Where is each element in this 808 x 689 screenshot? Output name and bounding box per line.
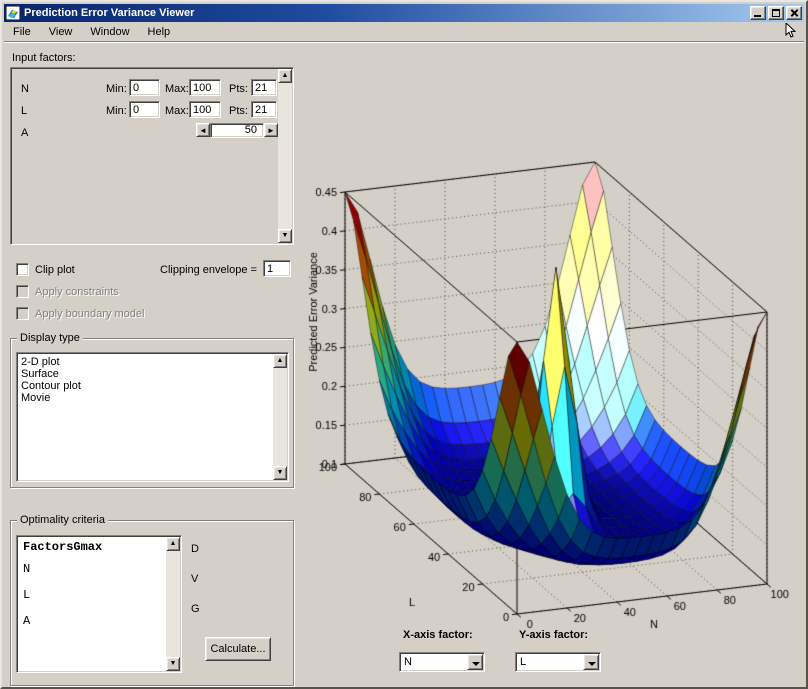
display-type-item-2d[interactable]: 2-D plot bbox=[21, 356, 288, 368]
optimality-scrollbar[interactable]: ▲ ▼ bbox=[166, 537, 180, 671]
display-type-item-movie[interactable]: Movie bbox=[21, 392, 288, 404]
min-label: Min: bbox=[106, 83, 127, 95]
pev-surface-plot bbox=[302, 47, 808, 637]
scroll-up-icon[interactable]: ▲ bbox=[278, 69, 292, 83]
input-factors-panel: N Min: Max: Pts: L Min: Max: Pts: A ◄ 50… bbox=[10, 67, 294, 245]
pts-label: Pts: bbox=[229, 83, 248, 95]
window-title: Prediction Error Variance Viewer bbox=[24, 7, 194, 19]
max-label: Max: bbox=[165, 105, 189, 117]
optimality-listbox: FactorsGmax N L A ▲ ▼ bbox=[16, 535, 182, 673]
clip-plot-checkbox[interactable] bbox=[16, 263, 29, 276]
window-icon bbox=[6, 6, 20, 20]
display-type-legend: Display type bbox=[17, 332, 83, 344]
clipping-envelope-input[interactable] bbox=[263, 260, 291, 277]
optimality-table-header: FactorsGmax bbox=[23, 540, 181, 554]
menu-file[interactable]: File bbox=[4, 23, 40, 41]
y-axis-factor-label: Y-axis factor: bbox=[519, 629, 588, 641]
slider-right-arrow[interactable]: ► bbox=[264, 123, 278, 137]
display-type-listbox: 2-D plot Surface Contour plot Movie ▲ ▼ bbox=[16, 352, 289, 482]
close-button[interactable] bbox=[786, 6, 802, 20]
factor-l-pts-input[interactable] bbox=[251, 101, 277, 118]
pts-label: Pts: bbox=[229, 105, 248, 117]
max-label: Max: bbox=[165, 83, 189, 95]
display-type-item-surface[interactable]: Surface bbox=[21, 368, 288, 380]
factor-n-max-input[interactable] bbox=[189, 79, 221, 96]
factor-l-min-input[interactable] bbox=[129, 101, 160, 118]
apply-constraints-label: Apply constraints bbox=[35, 286, 119, 298]
scroll-down-icon[interactable]: ▼ bbox=[166, 657, 180, 671]
display-type-scrollbar[interactable]: ▲ ▼ bbox=[273, 354, 287, 480]
criterion-v-label: V bbox=[191, 573, 198, 585]
mouse-cursor bbox=[785, 23, 798, 39]
factor-name-label: L bbox=[21, 105, 27, 117]
scroll-down-icon[interactable]: ▼ bbox=[273, 466, 287, 480]
optimality-factor-l[interactable]: L bbox=[23, 582, 181, 608]
x-axis-factor-combo[interactable]: N bbox=[399, 652, 485, 672]
factor-n-pts-input[interactable] bbox=[251, 79, 277, 96]
x-axis-factor-label: X-axis factor: bbox=[403, 629, 473, 641]
input-factors-scrollbar[interactable]: ▲ ▼ bbox=[278, 69, 292, 243]
minimize-icon bbox=[754, 15, 761, 17]
x-axis-factor-value: N bbox=[404, 656, 412, 668]
window: { "window": { "title": "Prediction Error… bbox=[0, 0, 808, 689]
input-factors-label: Input factors: bbox=[12, 52, 76, 64]
chevron-down-icon bbox=[472, 662, 480, 666]
factor-l-max-input[interactable] bbox=[189, 101, 221, 118]
maximize-button[interactable] bbox=[768, 6, 784, 20]
factor-name-label: A bbox=[21, 127, 28, 139]
display-type-item-contour[interactable]: Contour plot bbox=[21, 380, 288, 392]
maximize-icon bbox=[772, 9, 780, 17]
scroll-up-icon[interactable]: ▲ bbox=[273, 354, 287, 368]
optimality-factor-n[interactable]: N bbox=[23, 556, 181, 582]
apply-constraints-checkbox bbox=[16, 285, 29, 298]
y-axis-factor-value: L bbox=[520, 656, 526, 668]
factor-a-slider-value[interactable]: 50 bbox=[210, 123, 264, 138]
display-type-group: Display type 2-D plot Surface Contour pl… bbox=[10, 338, 294, 488]
menu-window[interactable]: Window bbox=[81, 23, 138, 41]
apply-boundary-label: Apply boundary model bbox=[35, 308, 144, 320]
apply-boundary-checkbox bbox=[16, 307, 29, 320]
title-bar[interactable]: Prediction Error Variance Viewer bbox=[4, 4, 804, 22]
criterion-g-label: G bbox=[191, 603, 200, 615]
menu-help[interactable]: Help bbox=[139, 23, 180, 41]
y-axis-factor-combo[interactable]: L bbox=[515, 652, 601, 672]
combo-button[interactable] bbox=[583, 654, 599, 670]
factor-n-min-input[interactable] bbox=[129, 79, 160, 96]
clip-plot-label: Clip plot bbox=[35, 264, 75, 276]
optimality-factor-a[interactable]: A bbox=[23, 608, 181, 634]
optimality-criteria-group: Optimality criteria FactorsGmax N L A ▲ … bbox=[10, 520, 294, 686]
calculate-button[interactable]: Calculate... bbox=[205, 637, 271, 661]
combo-button[interactable] bbox=[467, 654, 483, 670]
slider-left-arrow[interactable]: ◄ bbox=[196, 123, 210, 137]
menu-view[interactable]: View bbox=[40, 23, 82, 41]
min-label: Min: bbox=[106, 105, 127, 117]
optimality-criteria-legend: Optimality criteria bbox=[17, 514, 108, 526]
minimize-button[interactable] bbox=[750, 6, 766, 20]
chevron-down-icon bbox=[588, 662, 596, 666]
scroll-up-icon[interactable]: ▲ bbox=[166, 537, 180, 551]
menu-bar: File View Window Help bbox=[4, 22, 804, 42]
clipping-envelope-label: Clipping envelope = bbox=[160, 264, 257, 276]
criterion-d-label: D bbox=[191, 543, 199, 555]
factor-name-label: N bbox=[21, 83, 29, 95]
scroll-down-icon[interactable]: ▼ bbox=[278, 229, 292, 243]
